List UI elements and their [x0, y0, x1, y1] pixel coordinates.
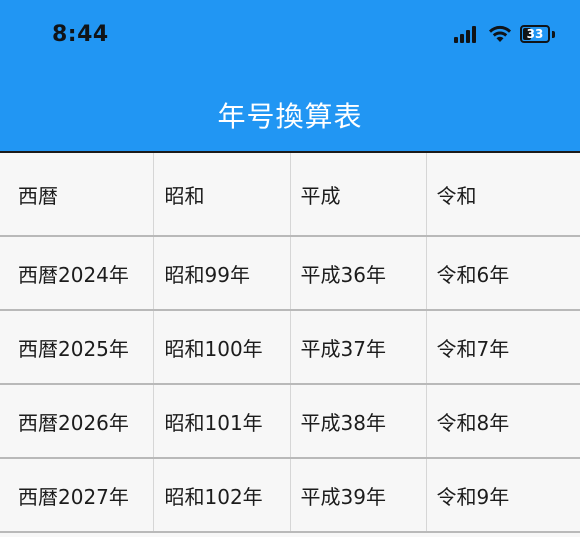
- status-time: 8:44: [52, 22, 109, 47]
- cell-heisei: 平成37年: [290, 310, 427, 385]
- battery-cap: [552, 30, 555, 38]
- cell-reiwa: 令和9年: [426, 458, 580, 533]
- cell-reiwa: 令和6年: [426, 236, 580, 311]
- table-header-row: 西暦 昭和 平成 令和: [0, 153, 580, 237]
- cell-showa: 昭和101年: [153, 384, 291, 459]
- cell-seireki: 西暦2027年: [0, 458, 154, 533]
- table-row: 西暦2026年 昭和101年 平成38年 令和8年: [0, 384, 580, 459]
- wifi-icon: [489, 25, 511, 42]
- cell-reiwa: 令和8年: [426, 384, 580, 459]
- cell-heisei: 平成38年: [290, 384, 427, 459]
- cell-showa: 昭和100年: [153, 310, 291, 385]
- cell-heisei: 平成36年: [290, 236, 427, 311]
- table-row: 西暦2025年 昭和100年 平成37年 令和7年: [0, 310, 580, 385]
- cell-seireki: 西暦2026年: [0, 384, 154, 459]
- cell-showa: 昭和99年: [153, 236, 291, 311]
- cell-seireki: 西暦2025年: [0, 310, 154, 385]
- header-seireki: 西暦: [0, 153, 154, 237]
- status-icons: 33: [454, 25, 555, 43]
- cell-seireki: 西暦2024年: [0, 236, 154, 311]
- battery-icon: 33: [520, 25, 550, 43]
- header-showa: 昭和: [153, 153, 291, 237]
- cell-heisei: 平成39年: [290, 458, 427, 533]
- app-header: 8:44 33 年号換算表: [0, 0, 580, 153]
- cellular-signal-icon: [454, 25, 480, 43]
- battery-level: 33: [526, 27, 544, 41]
- table-row: 西暦2027年 昭和102年 平成39年 令和9年: [0, 458, 580, 533]
- header-reiwa: 令和: [426, 153, 580, 237]
- header-heisei: 平成: [290, 153, 427, 237]
- cell-reiwa: 令和7年: [426, 310, 580, 385]
- cell-showa: 昭和102年: [153, 458, 291, 533]
- table-row: 西暦2024年 昭和99年 平成36年 令和6年: [0, 236, 580, 311]
- page-title: 年号換算表: [217, 100, 363, 133]
- era-conversion-table: 西暦 昭和 平成 令和 西暦2024年 昭和99年 平成36年 令和6年 西暦2…: [0, 153, 580, 533]
